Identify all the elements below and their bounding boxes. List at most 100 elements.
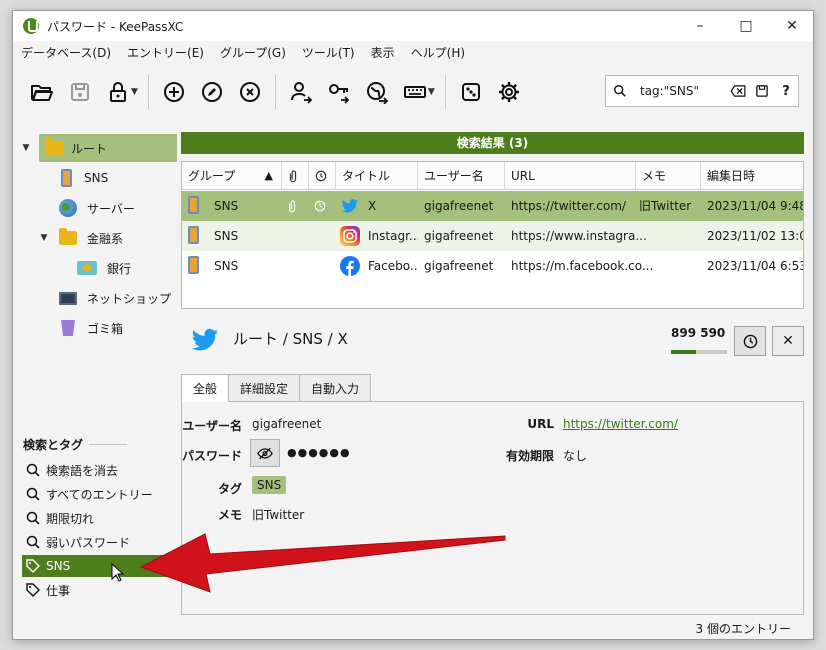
lock-dropdown-icon[interactable]: ▼ [131, 87, 138, 97]
menu-group[interactable]: グループ(G) [212, 44, 294, 61]
minimize-button[interactable]: – [677, 11, 723, 41]
status-bar-count: 3 個のエントリー [695, 622, 791, 636]
detail-panel: ユーザー名 gigafreenet パスワード ●●●●●● タグ SNS メモ… [181, 401, 804, 615]
autotype-dropdown-icon[interactable]: ▼ [428, 87, 435, 97]
facebook-icon [340, 256, 360, 276]
settings-button[interactable] [490, 73, 528, 111]
save-icon [71, 83, 89, 101]
monitor-icon [59, 291, 77, 305]
copy-username-button[interactable] [282, 73, 320, 111]
column-expiry[interactable] [309, 162, 336, 190]
password-value[interactable]: ●●●●●● [287, 446, 351, 459]
key-arrow-icon [328, 84, 350, 104]
phone-icon [188, 196, 208, 216]
search-icon [26, 487, 40, 501]
app-window: パスワード - KeePassXC – □ ✕ データベース(D) エントリー(… [12, 10, 814, 640]
globe-arrow-icon [366, 82, 389, 104]
menu-help[interactable]: ヘルプ(H) [403, 44, 473, 61]
entry-detail-header: ルート / SNS / X 899 590 ✕ [181, 322, 805, 362]
password-generator-button[interactable] [452, 73, 490, 111]
tree-item-root[interactable]: ルート [39, 134, 177, 162]
search-help-button[interactable]: ? [774, 84, 798, 99]
add-entry-button[interactable] [155, 73, 193, 111]
column-group[interactable]: グループ ▲ [182, 162, 282, 190]
tab-advanced[interactable]: 詳細設定 [228, 374, 301, 402]
copy-url-button[interactable] [358, 73, 396, 111]
clock-icon [314, 200, 326, 215]
chevron-down-icon[interactable]: ▼ [37, 233, 51, 243]
clear-search-button[interactable] [726, 85, 750, 97]
chevron-down-icon[interactable]: ▼ [19, 143, 33, 153]
tag-item-work[interactable]: 仕事 [22, 579, 178, 601]
tree-item-trash[interactable]: ゴミ箱 [61, 314, 123, 342]
backspace-icon [730, 85, 746, 97]
search-input[interactable]: tag:"SNS" [634, 84, 726, 98]
table-row[interactable]: SNS Instagr... gigafreenet https://www.i… [182, 221, 803, 251]
strength-bar-fill [671, 350, 697, 354]
folder-icon [45, 138, 63, 155]
clock-icon [315, 170, 327, 182]
toggle-password-button[interactable] [250, 439, 280, 467]
search-box[interactable]: tag:"SNS" ? [605, 75, 799, 107]
close-detail-button[interactable]: ✕ [772, 326, 804, 356]
tree-item-sns[interactable]: SNS [61, 164, 108, 192]
column-title[interactable]: タイトル [336, 162, 418, 190]
column-modified[interactable]: 編集日時 [701, 162, 803, 190]
keyboard-icon [403, 86, 426, 98]
password-label: パスワード [182, 449, 243, 463]
tab-general[interactable]: 全般 [181, 374, 230, 402]
expiry-value: なし [563, 449, 588, 463]
tag-icon [26, 559, 40, 573]
column-attachment[interactable] [282, 162, 309, 190]
tree-item-bank[interactable]: 銀行 [77, 254, 131, 282]
url-label: URL [527, 417, 554, 431]
history-button[interactable] [734, 326, 766, 356]
memo-label: メモ [217, 508, 242, 522]
menu-entry[interactable]: エントリー(E) [119, 44, 212, 61]
edit-entry-button[interactable] [193, 73, 231, 111]
table-row[interactable]: SNS Facebo... gigafreenet https://m.face… [182, 251, 803, 281]
delete-entry-button[interactable] [231, 73, 269, 111]
close-window-button[interactable]: ✕ [769, 11, 813, 41]
tree-item-finance[interactable]: ▼ 金融系 [37, 224, 123, 252]
tab-autotype[interactable]: 自動入力 [299, 374, 372, 402]
toolbar: ▼ ▼ tag:"SNS" ? [13, 67, 813, 117]
username-value[interactable]: gigafreenet [252, 417, 321, 431]
dice-icon [461, 83, 480, 101]
copy-password-button[interactable] [320, 73, 358, 111]
maximize-button[interactable]: □ [723, 11, 769, 41]
column-url[interactable]: URL [505, 162, 636, 190]
tag-item-weak-passwords[interactable]: 弱いパスワード [22, 531, 178, 553]
tag-chip-sns[interactable]: SNS [252, 476, 287, 494]
twitter-bird-icon [189, 324, 221, 359]
entry-breadcrumb: ルート / SNS / X [233, 330, 348, 348]
save-search-button[interactable] [750, 85, 774, 97]
save-database-button[interactable] [61, 73, 99, 111]
column-username[interactable]: ユーザー名 [418, 162, 505, 190]
tree-item-server[interactable]: サーバー [59, 194, 135, 222]
menu-view[interactable]: 表示 [363, 44, 403, 61]
globe-icon [59, 199, 77, 217]
strength-bar [671, 350, 727, 354]
folder-icon [59, 228, 77, 245]
tag-item-expired[interactable]: 期限切れ [22, 507, 178, 529]
sort-ascending-icon: ▲ [264, 169, 273, 182]
tree-item-shop[interactable]: ネットショップ [59, 284, 171, 312]
column-memo[interactable]: メモ [636, 162, 701, 190]
table-header: グループ ▲ タイトル ユーザー名 URL メモ 編集日時 [182, 162, 803, 190]
tag-item-clear-search[interactable]: 検索語を消去 [22, 459, 178, 481]
password-strength: 899 590 [671, 326, 726, 340]
table-row[interactable]: SNS X gigafreenet https://twitter.com/ 旧… [182, 191, 803, 221]
url-link[interactable]: https://twitter.com/ [563, 417, 678, 431]
open-database-button[interactable] [23, 73, 61, 111]
menu-database[interactable]: データベース(D) [13, 44, 119, 61]
phone-icon [61, 169, 72, 187]
tag-item-sns[interactable]: SNS [22, 555, 178, 577]
menu-tools[interactable]: ツール(T) [294, 44, 363, 61]
paperclip-icon [289, 170, 297, 183]
tag-item-all-entries[interactable]: すべてのエントリー [22, 483, 178, 505]
toolbar-separator [444, 75, 446, 109]
sidebar-splitter[interactable] [89, 444, 127, 445]
instagram-icon [340, 226, 360, 246]
eye-off-icon [257, 447, 273, 459]
